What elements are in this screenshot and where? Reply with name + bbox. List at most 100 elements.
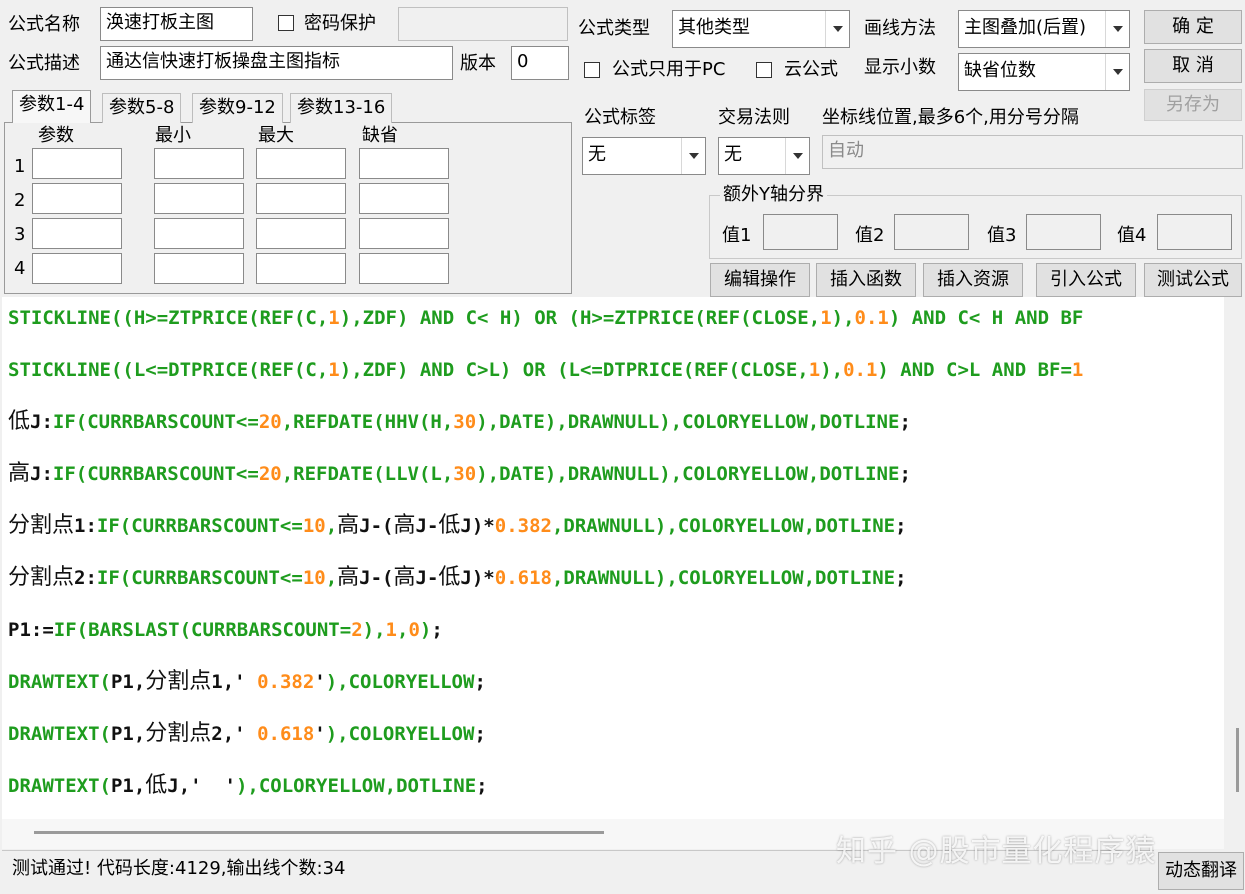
- draw-method-select[interactable]: 主图叠加(后置): [958, 10, 1130, 48]
- code-line[interactable]: 分割点1:IF(CURRBARSCOUNT<=10,高J-(高J-低J)*0.3…: [8, 513, 907, 539]
- code-line[interactable]: STICKLINE((H>=ZTPRICE(REF(C,1),ZDF) AND …: [8, 305, 1083, 331]
- code-token: 10: [302, 567, 326, 589]
- code-token: 0.1: [843, 359, 878, 381]
- code-token: 1: [328, 359, 340, 381]
- insert-function-button[interactable]: 插入函数: [816, 263, 916, 297]
- code-line[interactable]: DRAWTEXT(P1,低J,' '),COLORYELLOW,DOTLINE;: [8, 773, 488, 799]
- draw-method-label: 画线方法: [864, 18, 936, 39]
- yaxis-value2-input[interactable]: [894, 214, 969, 250]
- code-token: 分割点: [8, 513, 75, 538]
- decimal-value: 缺省位数: [964, 60, 1036, 81]
- code-token: 2,': [211, 723, 258, 745]
- insert-resource-button[interactable]: 插入资源: [923, 263, 1023, 297]
- cancel-button[interactable]: 取 消: [1144, 49, 1242, 83]
- pc-only-checkbox[interactable]: [584, 62, 600, 78]
- yaxis-value1-label: 值1: [722, 225, 752, 246]
- test-formula-button[interactable]: 测试公式: [1144, 263, 1242, 297]
- chevron-down-icon[interactable]: [825, 11, 849, 47]
- code-token: ;: [474, 671, 486, 693]
- param-name-input[interactable]: [32, 253, 122, 284]
- chevron-down-icon[interactable]: [1105, 54, 1129, 90]
- code-token: 1,': [211, 671, 258, 693]
- param-max-input[interactable]: [256, 183, 346, 214]
- yaxis-value3-input[interactable]: [1026, 214, 1101, 250]
- code-token: 高: [337, 513, 360, 538]
- param-name-input[interactable]: [32, 183, 122, 214]
- code-token: ;: [431, 619, 443, 641]
- code-token: ,: [325, 567, 338, 589]
- code-token: 1: [1071, 359, 1084, 381]
- code-line[interactable]: DRAWTEXT(P1,分割点2,' 0.618'),COLORYELLOW;: [8, 721, 486, 747]
- code-token: P1,: [110, 775, 146, 797]
- code-line[interactable]: STICKLINE((L<=DTPRICE(REF(C,1),ZDF) AND …: [8, 357, 1083, 383]
- import-formula-button[interactable]: 引入公式: [1036, 263, 1136, 297]
- param-default-input[interactable]: [359, 148, 449, 179]
- param-min-input[interactable]: [154, 218, 244, 249]
- code-token: ),COLORYELLOW: [325, 723, 475, 745]
- watermark: 知乎 @股市量化程序猿: [836, 834, 1157, 869]
- param-max-input[interactable]: [256, 218, 346, 249]
- code-line[interactable]: P1:=IF(BARSLAST(CURRBARSCOUNT=2),1,0);: [8, 617, 443, 643]
- code-token: 2:: [74, 567, 97, 589]
- code-token: ,DRAWNULL),COLORYELLOW,DOTLINE: [551, 515, 896, 537]
- formula-desc-label: 公式描述: [8, 53, 80, 74]
- decimal-select[interactable]: 缺省位数: [958, 53, 1130, 91]
- edit-operation-button[interactable]: 编辑操作: [710, 263, 810, 297]
- code-token: ,REFDATE(HHV(H,: [281, 411, 454, 433]
- code-token: 1: [808, 359, 821, 381]
- code-token: ),: [831, 307, 855, 329]
- chevron-down-icon[interactable]: [1105, 11, 1129, 47]
- vertical-scrollbar-track[interactable]: [1224, 297, 1245, 819]
- save-as-button[interactable]: 另存为: [1144, 89, 1242, 121]
- tab-params-1-4[interactable]: 参数1-4: [12, 90, 92, 123]
- trade-rule-select[interactable]: 无: [718, 137, 810, 175]
- password-checkbox[interactable]: [278, 15, 294, 31]
- code-token: ;: [899, 463, 911, 485]
- code-line[interactable]: 高J:IF(CURRBARSCOUNT<=20,REFDATE(LLV(L,30…: [8, 461, 911, 487]
- formula-desc-input[interactable]: 通达信快速打板操盘主图指标: [100, 46, 453, 80]
- chevron-down-icon[interactable]: [785, 138, 809, 174]
- chevron-down-icon[interactable]: [681, 138, 705, 174]
- param-min-input[interactable]: [154, 148, 244, 179]
- code-line[interactable]: 分割点2:IF(CURRBARSCOUNT<=10,高J-(高J-低J)*0.6…: [8, 565, 907, 591]
- tab-params-9-12[interactable]: 参数9-12: [192, 93, 283, 123]
- param-min-input[interactable]: [154, 183, 244, 214]
- param-name-input[interactable]: [32, 148, 122, 179]
- code-token: J:: [30, 463, 53, 485]
- param-default-input[interactable]: [359, 253, 449, 284]
- code-token: ,: [396, 619, 409, 641]
- yaxis-group-title: 额外Y轴分界: [720, 184, 827, 206]
- code-token: 分割点: [145, 669, 212, 694]
- code-token: 0.1: [854, 307, 889, 329]
- code-token: ),: [820, 359, 844, 381]
- code-token: DRAWTEXT(: [8, 671, 111, 693]
- param-default-input[interactable]: [359, 183, 449, 214]
- confirm-button[interactable]: 确 定: [1144, 10, 1242, 44]
- code-token: ,DRAWNULL),COLORYELLOW,DOTLINE: [551, 567, 896, 589]
- param-max-input[interactable]: [256, 148, 346, 179]
- formula-name-input[interactable]: 涣速打板主图: [100, 7, 253, 41]
- formula-type-select[interactable]: 其他类型: [672, 10, 850, 48]
- param-max-input[interactable]: [256, 253, 346, 284]
- param-header-min: 最小: [155, 125, 191, 146]
- tab-params-13-16[interactable]: 参数13-16: [290, 93, 393, 123]
- formula-tag-select[interactable]: 无: [582, 137, 706, 175]
- code-editor[interactable]: STICKLINE((H>=ZTPRICE(REF(C,1),ZDF) AND …: [2, 297, 1224, 819]
- cloud-checkbox[interactable]: [756, 62, 772, 78]
- param-default-input[interactable]: [359, 218, 449, 249]
- code-token: ': [314, 671, 326, 693]
- code-token: DRAWTEXT(: [8, 723, 111, 745]
- version-input[interactable]: 0: [511, 46, 569, 80]
- yaxis-value4-input[interactable]: [1157, 214, 1232, 250]
- yaxis-value1-input[interactable]: [763, 214, 838, 250]
- dynamic-translate-button[interactable]: 动态翻译: [1158, 852, 1244, 890]
- code-line[interactable]: 低J:IF(CURRBARSCOUNT<=20,REFDATE(HHV(H,30…: [8, 409, 911, 435]
- vertical-scrollbar-thumb[interactable]: [1236, 728, 1239, 792]
- param-name-input[interactable]: [32, 218, 122, 249]
- code-line[interactable]: DRAWTEXT(P1,分割点1,' 0.382'),COLORYELLOW;: [8, 669, 486, 695]
- param-min-input[interactable]: [154, 253, 244, 284]
- code-token: ),DATE),DRAWNULL),COLORYELLOW,DOTLINE: [476, 411, 900, 433]
- coord-input[interactable]: 自动: [822, 135, 1243, 169]
- tab-params-5-8[interactable]: 参数5-8: [102, 93, 182, 123]
- horizontal-scrollbar-thumb[interactable]: [34, 831, 604, 834]
